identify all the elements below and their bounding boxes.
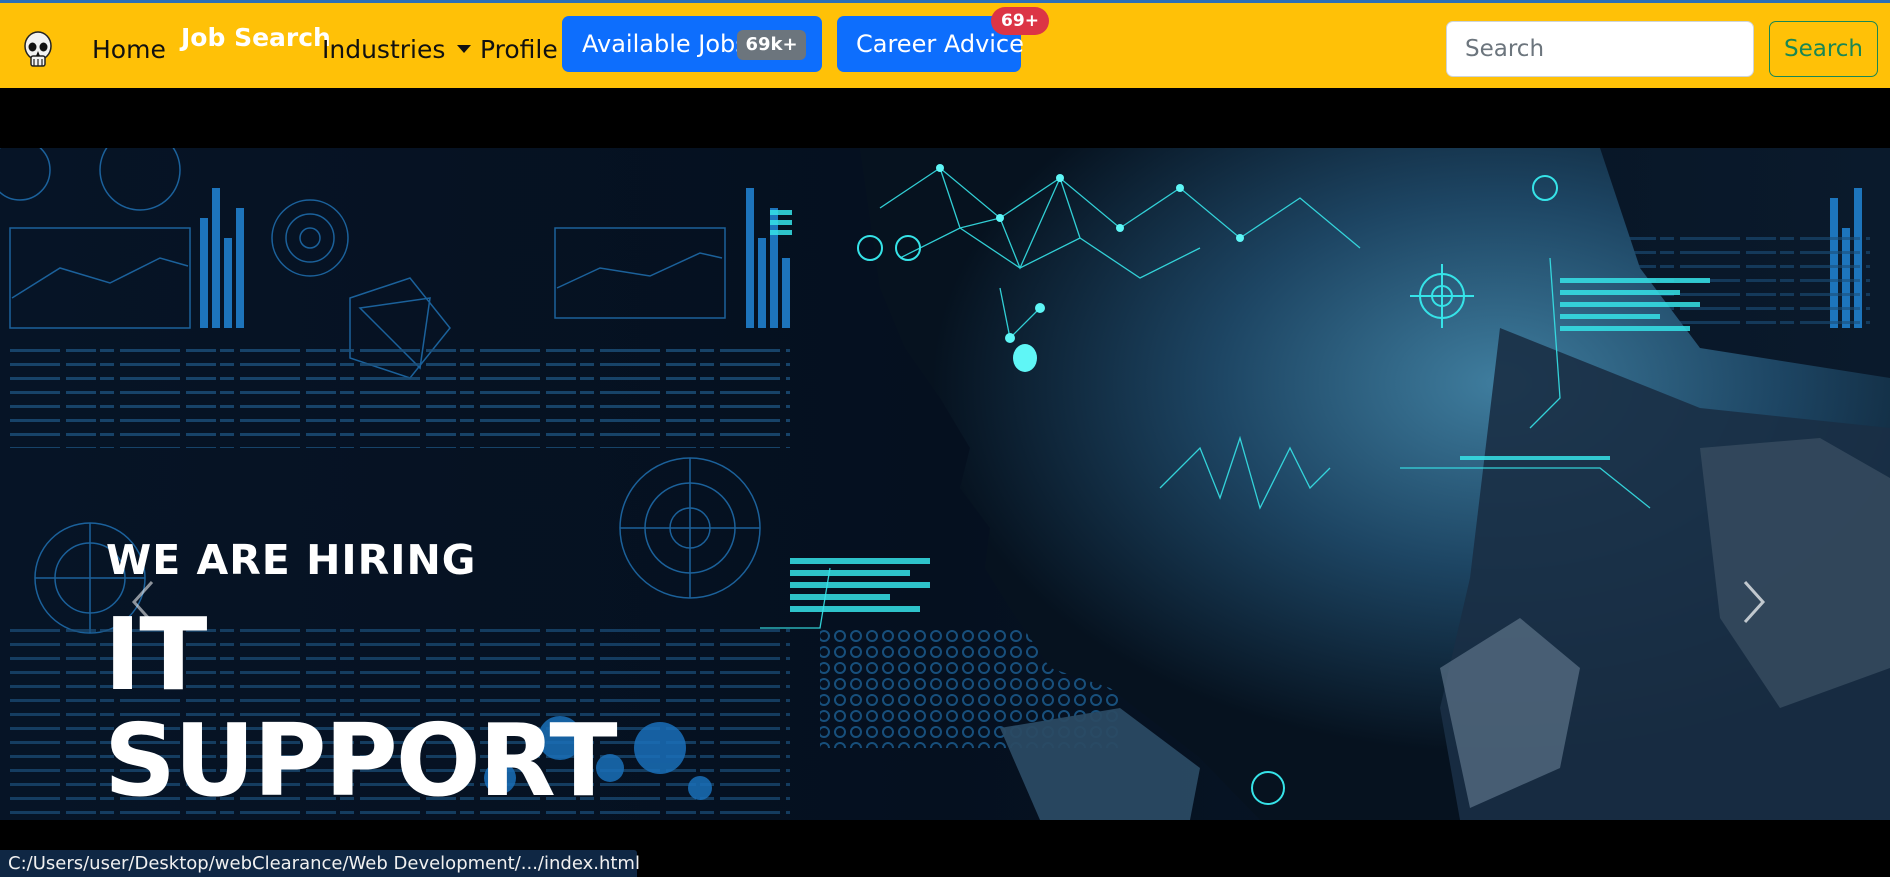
hero-title: IT SUPPORT SPECIALIST [104, 596, 729, 821]
hero-carousel: WE ARE HIRING IT SUPPORT SPECIALIST [0, 148, 1890, 820]
nav-home-link[interactable]: Home [92, 35, 166, 64]
nav-job-search-link[interactable]: Job Search [181, 23, 331, 52]
search-button[interactable]: Search [1769, 21, 1878, 77]
career-advice-notification-badge: 69+ [991, 7, 1049, 35]
hero-kicker: WE ARE HIRING [106, 536, 477, 584]
search-input[interactable] [1446, 21, 1754, 77]
caret-down-icon [457, 45, 472, 53]
available-jobs-count-badge: 69k+ [737, 30, 806, 60]
available-jobs-label: Available Jobs [582, 30, 748, 58]
available-jobs-button[interactable]: Available Jobs 69k+ [562, 16, 822, 72]
nav-industries-dropdown[interactable]: Industries [322, 35, 472, 64]
carousel-next-icon[interactable] [1733, 578, 1773, 626]
skull-logo-icon[interactable] [20, 29, 56, 71]
nav-industries-label: Industries [322, 35, 446, 64]
carousel-prev-icon[interactable] [124, 578, 164, 626]
navbar: Home Job Search Industries Profile Avail… [0, 3, 1890, 88]
nav-profile-link[interactable]: Profile [480, 35, 558, 64]
browser-status-url: C:/Users/user/Desktop/webClearance/Web D… [0, 850, 640, 877]
career-advice-label: Career Advice [856, 30, 1024, 58]
